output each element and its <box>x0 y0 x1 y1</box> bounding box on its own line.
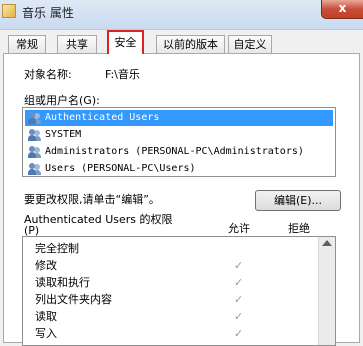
tab-previous-versions[interactable]: 以前的版本 <box>156 35 225 54</box>
permission-row: 完全控制 <box>35 242 79 255</box>
list-item[interactable]: Authenticated Users <box>25 110 333 126</box>
user-name: SYSTEM <box>45 129 82 140</box>
check-icon: ✓ <box>234 259 244 272</box>
tab-strip: 常规 共享 安全 以前的版本 自定义 <box>0 30 363 54</box>
user-group-icon <box>28 112 42 124</box>
list-item[interactable]: SYSTEM <box>25 127 333 143</box>
window-title: 音乐 属性 <box>22 6 74 20</box>
user-list[interactable]: Authenticated Users SYSTEM Administrator… <box>22 107 336 177</box>
permissions-list[interactable]: 完全控制修改 ✓ 读取和执行 ✓ 列出文件夹内容 ✓ 读取 ✓ 写入 ✓ <box>22 236 336 346</box>
folder-icon <box>2 4 16 18</box>
object-name-value: F:\音乐 <box>105 68 140 81</box>
tab-sharing[interactable]: 共享 <box>57 35 97 54</box>
scrollbar[interactable] <box>318 237 335 345</box>
permission-row: 读取 <box>35 310 57 323</box>
user-name: Users (PERSONAL-PC\Users) <box>45 163 196 174</box>
tab-customize[interactable]: 自定义 <box>228 35 272 54</box>
permissions-header: Authenticated Users 的权限 <box>24 213 173 226</box>
check-icon: ✓ <box>234 327 244 340</box>
permission-row: 读取和执行 <box>35 276 90 289</box>
scroll-up-icon[interactable] <box>322 240 332 246</box>
tab-general[interactable]: 常规 <box>8 35 46 54</box>
object-name-label: 对象名称: <box>24 68 72 81</box>
permission-row: 修改 <box>35 259 57 272</box>
allow-column-header: 允许 <box>228 222 250 235</box>
list-item[interactable]: Users (PERSONAL-PC\Users) <box>25 161 333 177</box>
user-group-icon <box>28 146 42 158</box>
close-button[interactable]: x <box>321 0 363 19</box>
title-bar: 音乐 属性 x <box>0 0 363 30</box>
change-hint: 要更改权限,请单击“编辑”。 <box>24 193 160 206</box>
user-name: Administrators (PERSONAL-PC\Administrato… <box>45 146 304 157</box>
user-name: Authenticated Users <box>45 112 160 123</box>
list-item[interactable]: Administrators (PERSONAL-PC\Administrato… <box>25 144 333 160</box>
tab-security[interactable]: 安全 <box>107 30 144 54</box>
check-icon: ✓ <box>234 276 244 289</box>
permission-row: 写入 <box>35 327 57 340</box>
user-group-icon <box>28 129 42 141</box>
check-icon: ✓ <box>234 293 244 306</box>
user-group-icon <box>28 163 42 175</box>
groups-label: 组或用户名(G): <box>24 94 100 107</box>
edit-button[interactable]: 编辑(E)... <box>255 190 341 211</box>
check-icon: ✓ <box>234 310 244 323</box>
deny-column-header: 拒绝 <box>288 222 310 235</box>
permission-row: 列出文件夹内容 <box>35 293 112 306</box>
